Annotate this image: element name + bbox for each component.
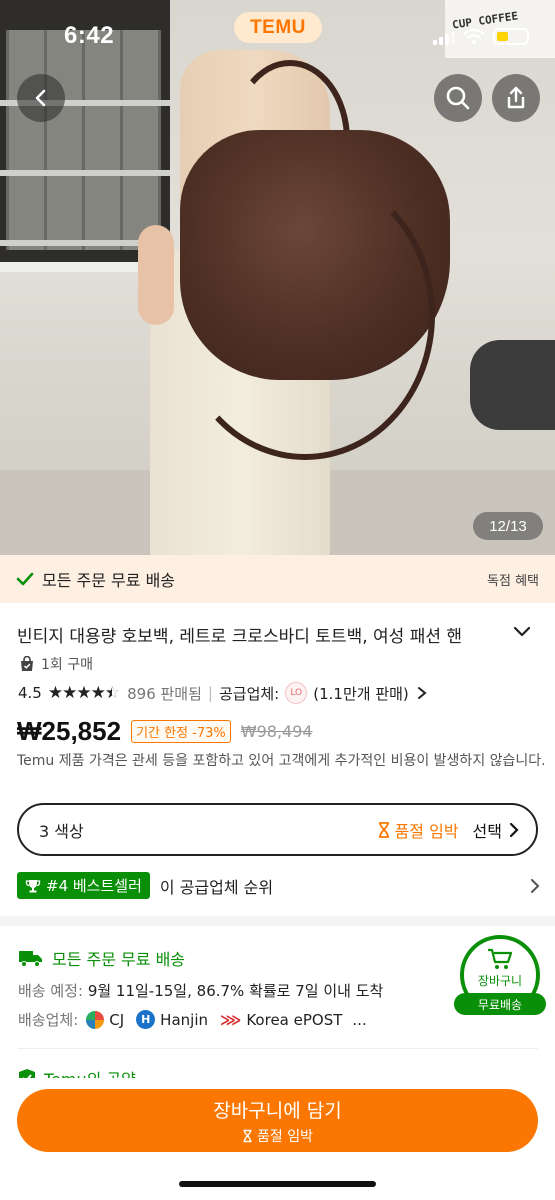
bestseller-rank: #4 베스트셀러 — [46, 877, 142, 895]
search-button[interactable] — [434, 74, 482, 122]
exclusive-benefit-link[interactable]: 독점 혜택 — [487, 570, 539, 589]
shopping-bag-check-icon — [21, 656, 33, 671]
seller-logo: LO — [285, 682, 308, 704]
section-divider — [0, 916, 555, 926]
chevron-right-icon — [509, 822, 519, 837]
rating-value: 4.5 — [18, 684, 42, 702]
seller-label: 공급업체: — [218, 684, 280, 703]
carriers-more: ... — [352, 1010, 367, 1029]
delivery-estimate-label: 배송 예정: — [18, 982, 84, 1000]
search-icon — [446, 86, 470, 110]
share-icon — [507, 86, 525, 109]
bestseller-badge: #4 베스트셀러 — [17, 872, 150, 899]
share-button[interactable] — [492, 74, 540, 122]
price-notice: Temu 제품 가격은 관세 등을 포함하고 있어 고객에게 추가적인 비용이 … — [17, 753, 546, 769]
rating-stars: ★ ★ ★ ★ ☆★ — [47, 683, 120, 703]
shipping-title[interactable]: 모든 주문 무료 배송 — [18, 946, 185, 970]
carriers-row: 배송업체: CJ H Hanjin ⋙ Korea ePOST ... — [18, 1009, 367, 1030]
product-image[interactable]: CUP COFFEE 6:42 TEMU 12/13 — [0, 0, 555, 555]
cart-badge-label: 장바구니 — [477, 974, 523, 988]
bag-long-strap — [175, 170, 435, 460]
bestseller-desc: 이 공급업체 순위 — [159, 877, 274, 897]
expand-title-chevron-icon[interactable] — [512, 624, 532, 640]
half-star-icon: ☆★ — [104, 683, 120, 703]
low-stock-indicator: 품절 임박 — [377, 818, 459, 842]
free-shipping-text: 모든 주문 무료 배송 — [42, 571, 176, 590]
rating-row[interactable]: 4.5 ★ ★ ★ ★ ☆★ 896 판매됨 | 공급업체: LO (1.1만개… — [18, 682, 429, 704]
add-to-cart-button[interactable]: 장바구니에 담기 품절 임박 — [17, 1089, 538, 1152]
battery-icon — [493, 28, 529, 45]
price-row: ₩25,852 기간 한정 -73% ₩98,494 — [17, 716, 313, 747]
original-price: ₩98,494 — [240, 722, 313, 741]
bestseller-row[interactable]: #4 베스트셀러 이 공급업체 순위 — [17, 872, 541, 899]
back-button[interactable] — [17, 74, 65, 122]
delivery-truck-icon — [19, 951, 42, 967]
wifi-icon — [463, 28, 485, 44]
limited-deal-badge: 기간 한정 -73% — [131, 720, 231, 743]
temu-logo: TEMU — [234, 12, 322, 43]
select-label: 선택 — [472, 821, 502, 841]
hourglass-icon — [378, 821, 389, 838]
status-time: 6:42 — [64, 22, 115, 49]
check-icon — [16, 572, 34, 586]
carrier-korea-post: ⋙ Korea ePOST — [220, 1010, 343, 1029]
background-chair — [470, 340, 555, 430]
hanjin-logo-icon: H — [136, 1010, 156, 1029]
cj-logo-icon — [86, 1010, 105, 1029]
product-title: 빈티지 대용량 호보백, 레트로 크로스바디 토트백, 여성 패션 핸 — [17, 627, 463, 647]
delivery-estimate: 배송 예정: 9월 11일-15일, 86.7% 확률로 7일 이내 도착 — [18, 980, 383, 1001]
current-price: ₩25,852 — [17, 716, 122, 746]
add-to-cart-label: 장바구니에 담기 — [213, 1099, 342, 1122]
add-to-cart-sub: 품절 임박 — [242, 1126, 313, 1146]
chevron-right-icon — [417, 687, 427, 699]
background-window — [6, 30, 161, 250]
color-count: 3 색상 — [39, 821, 84, 841]
status-icons — [433, 28, 529, 45]
star-icon: ★ — [76, 683, 91, 703]
shipping-title-text: 모든 주문 무료 배송 — [52, 950, 186, 969]
star-icon: ★ — [62, 683, 77, 703]
chevron-left-icon — [35, 89, 46, 107]
hourglass-icon — [243, 1129, 252, 1142]
purchase-history: 1회 구매 — [19, 654, 93, 674]
carrier-cj: CJ — [86, 1010, 124, 1029]
color-selector[interactable]: 3 색상 품절 임박 선택 — [17, 803, 538, 856]
cart-free-shipping: 무료배송 — [454, 993, 546, 1015]
carrier-label: 배송업체: — [18, 1011, 79, 1029]
low-stock-text: 품절 임박 — [394, 821, 459, 841]
image-counter: 12/13 — [473, 512, 543, 540]
star-icon: ★ — [47, 683, 63, 703]
home-indicator[interactable] — [179, 1181, 376, 1187]
delivery-estimate-value: 9월 11일-15일, 86.7% 확률로 7일 이내 도착 — [87, 982, 384, 1000]
carrier-hanjin: H Hanjin — [136, 1010, 208, 1029]
trophy-icon — [25, 879, 41, 892]
chevron-right-icon — [531, 878, 540, 893]
model-arm — [138, 225, 174, 325]
korea-post-logo-icon: ⋙ — [220, 1010, 242, 1029]
select-option[interactable]: 선택 — [473, 818, 520, 842]
floating-cart-badge[interactable]: 장바구니 무료배송 — [454, 935, 546, 1017]
cellular-signal-icon — [433, 29, 455, 45]
sold-count: 896 판매됨 — [127, 684, 202, 703]
purchase-count: 1회 구매 — [41, 657, 93, 673]
cart-icon — [488, 948, 513, 969]
seller-sales[interactable]: (1.1만개 판매) — [313, 683, 409, 704]
free-shipping-banner[interactable]: 모든 주문 무료 배송 독점 혜택 — [0, 555, 555, 603]
pledge-divider — [18, 1048, 538, 1049]
star-icon: ★ — [90, 683, 106, 703]
